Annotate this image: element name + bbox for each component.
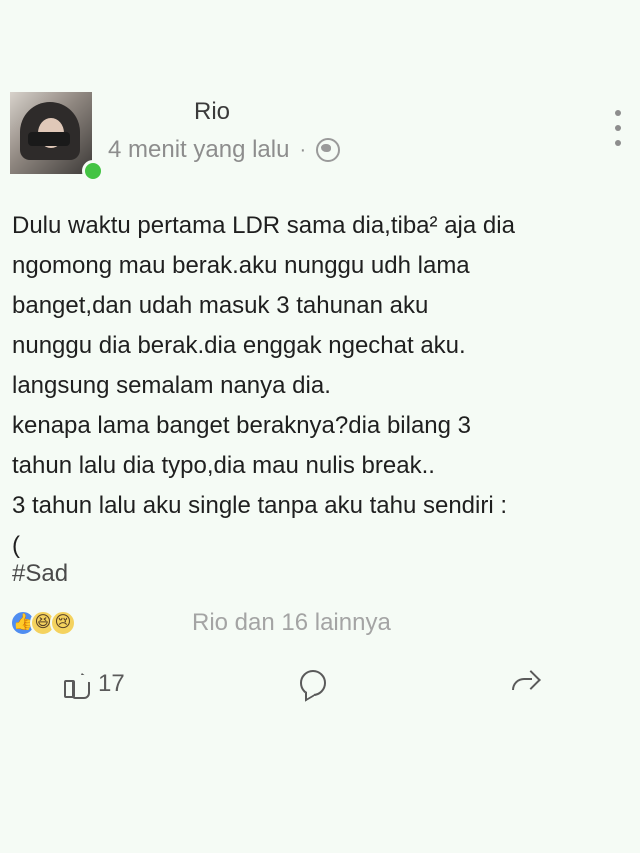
globe-icon bbox=[316, 138, 341, 162]
more-dot-icon bbox=[615, 125, 621, 131]
post-meta: 4 menit yang lalu · bbox=[108, 136, 341, 164]
comment-icon bbox=[300, 670, 326, 696]
like-button[interactable]: 17 bbox=[62, 670, 125, 698]
author-name[interactable]: Rio bbox=[194, 98, 230, 126]
post-actions: 17 bbox=[0, 664, 640, 716]
post-header: Rio 4 menit yang lalu · bbox=[10, 90, 630, 182]
more-dot-icon bbox=[615, 110, 621, 116]
comment-button[interactable] bbox=[300, 670, 326, 696]
post-text-line: ngomong mau berak.aku nunggu udh lama bbox=[12, 252, 470, 279]
post-text-line: ( bbox=[12, 532, 20, 559]
sad-reaction-icon: 😢 bbox=[50, 610, 76, 636]
post-text-line: langsung semalam nanya dia. bbox=[12, 372, 331, 399]
post-text-line: 3 tahun lalu aku single tanpa aku tahu s… bbox=[12, 492, 508, 519]
reaction-summary[interactable]: Rio dan 16 lainnya bbox=[192, 609, 391, 637]
post-text-line: kenapa lama banget beraknya?dia bilang 3 bbox=[12, 412, 472, 439]
reactions-bar[interactable]: 👍 😆 😢 Rio dan 16 lainnya bbox=[10, 603, 630, 643]
facebook-post: Rio 4 menit yang lalu · Dulu waktu perta… bbox=[0, 0, 640, 853]
share-button[interactable] bbox=[512, 670, 540, 692]
reaction-icons[interactable]: 👍 😆 😢 bbox=[10, 610, 192, 636]
post-text-line: nunggu dia berak.dia enggak ngechat aku. bbox=[12, 332, 466, 359]
post-text: Dulu waktu pertama LDR sama dia,tiba² aj… bbox=[12, 206, 624, 566]
profile-photo[interactable] bbox=[10, 92, 92, 174]
meta-separator: · bbox=[299, 138, 307, 161]
post-text-line: banget,dan udah masuk 3 tahunan aku bbox=[12, 292, 429, 319]
more-options-button[interactable] bbox=[606, 110, 630, 146]
post-text-line: Dulu waktu pertama LDR sama dia,tiba² aj… bbox=[12, 212, 515, 239]
avatar[interactable] bbox=[10, 90, 104, 182]
post-text-line: tahun lalu dia typo,dia mau nulis break.… bbox=[12, 452, 435, 479]
hashtag-link[interactable]: #Sad bbox=[12, 560, 68, 588]
avatar-mask-shape bbox=[28, 132, 70, 146]
more-dot-icon bbox=[615, 140, 621, 146]
post-time[interactable]: 4 menit yang lalu bbox=[108, 136, 289, 164]
online-status-dot bbox=[82, 160, 104, 182]
thumb-up-icon bbox=[62, 670, 90, 698]
share-icon bbox=[512, 670, 540, 692]
like-count: 17 bbox=[98, 670, 125, 697]
